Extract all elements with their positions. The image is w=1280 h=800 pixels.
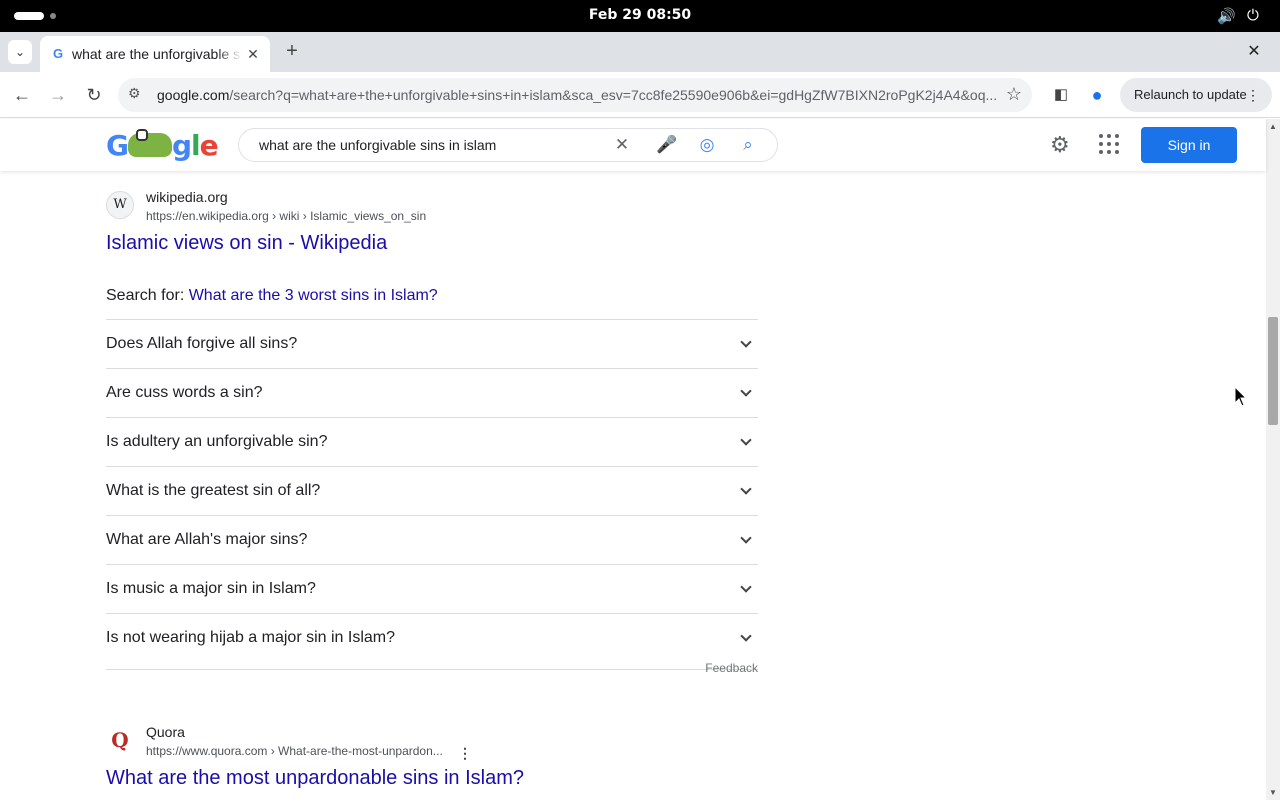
scrollbar-thumb[interactable]: [1268, 317, 1278, 425]
search-for-link[interactable]: What are the 3 worst sins in Islam?: [189, 287, 438, 304]
chevron-down-icon[interactable]: [738, 630, 754, 646]
volume-icon[interactable]: 🔊: [1217, 7, 1236, 25]
page-scrollbar[interactable]: ▲ ▼: [1266, 119, 1280, 800]
os-top-bar: Feb 29 08:50 🔊 ⏻: [0, 0, 1280, 32]
url-host: google.com: [157, 87, 230, 103]
result-title-link[interactable]: Islamic views on sin - Wikipedia: [106, 232, 387, 255]
search-box[interactable]: what are the unforgivable sins in islam …: [238, 128, 778, 162]
google-doodle-logo[interactable]: Ggle: [106, 129, 219, 163]
url-text[interactable]: google.com/search?q=what+are+the+unforgi…: [157, 87, 997, 103]
source-site-name: wikipedia.org: [146, 189, 228, 205]
feedback-link[interactable]: Feedback: [106, 661, 758, 675]
paa-question[interactable]: What is the greatest sin of all?: [106, 466, 758, 515]
side-panel-icon[interactable]: ◧: [1048, 82, 1074, 108]
clear-search-icon[interactable]: ✕: [611, 135, 633, 155]
relaunch-label: Relaunch to update: [1134, 87, 1247, 102]
quora-logo-icon: Q: [106, 726, 134, 754]
paa-question[interactable]: Is music a major sin in Islam?: [106, 564, 758, 613]
new-tab-button[interactable]: +: [280, 40, 304, 64]
paa-question[interactable]: Is not wearing hijab a major sin in Isla…: [106, 613, 758, 662]
clock[interactable]: Feb 29 08:50: [0, 7, 1280, 23]
source-cite-url: https://en.wikipedia.org › wiki › Islami…: [146, 209, 427, 223]
paa-question-text: Is not wearing hijab a major sin in Isla…: [106, 629, 396, 646]
paa-question[interactable]: Are cuss words a sin?: [106, 368, 758, 417]
profile-icon[interactable]: ●: [1084, 82, 1110, 108]
scroll-up-arrow-icon[interactable]: ▲: [1269, 122, 1277, 131]
frog-doodle-icon: [127, 129, 172, 157]
relaunch-to-update-button[interactable]: Relaunch to update ⋮: [1120, 78, 1272, 112]
voice-search-icon[interactable]: 🎤: [656, 135, 678, 155]
paa-question-text: Are cuss words a sin?: [106, 384, 263, 401]
google-search-header: Ggle what are the unforgivable sins in i…: [0, 119, 1266, 171]
source-site-name: Quora: [146, 724, 185, 740]
tab-strip: ⌄ G what are the unforgivable sins in is…: [0, 32, 1280, 72]
search-results: W wikipedia.org https://en.wikipedia.org…: [0, 171, 1266, 800]
google-favicon-icon: G: [52, 46, 64, 61]
chevron-down-icon[interactable]: [738, 336, 754, 352]
search-for-label: Search for:: [106, 287, 189, 304]
site-info-icon[interactable]: ⚙: [128, 85, 141, 102]
back-button[interactable]: ←: [9, 82, 35, 108]
settings-gear-icon[interactable]: ⚙: [1050, 132, 1070, 158]
paa-question[interactable]: What are Allah's major sins?: [106, 515, 758, 564]
paa-question[interactable]: Does Allah forgive all sins?: [106, 319, 758, 368]
scroll-down-arrow-icon[interactable]: ▼: [1269, 788, 1277, 797]
google-apps-icon[interactable]: [1098, 133, 1120, 155]
paa-question-text: Is adultery an unforgivable sin?: [106, 433, 328, 450]
chevron-down-icon[interactable]: [738, 483, 754, 499]
mouse-cursor-icon: [1234, 386, 1248, 407]
power-icon[interactable]: ⏻: [1247, 7, 1259, 24]
paa-question-text: What is the greatest sin of all?: [106, 482, 321, 499]
more-options-icon[interactable]: ⋮: [458, 745, 472, 762]
close-window-button[interactable]: ✕: [1242, 40, 1266, 64]
search-input[interactable]: what are the unforgivable sins in islam: [259, 137, 496, 153]
search-submit-icon[interactable]: ⌕: [737, 135, 759, 155]
result-title-link[interactable]: What are the most unpardonable sins in I…: [106, 767, 524, 790]
tab-search-button[interactable]: ⌄: [8, 40, 32, 64]
tab-active[interactable]: G what are the unforgivable sins in isla…: [40, 36, 270, 72]
sign-in-button[interactable]: Sign in: [1141, 127, 1237, 163]
tab-title: what are the unforgivable sins in islam …: [72, 46, 242, 62]
address-bar[interactable]: ⚙ google.com/search?q=what+are+the+unfor…: [118, 78, 1032, 112]
people-also-ask: Does Allah forgive all sins? Are cuss wo…: [106, 319, 758, 662]
paa-question-text: Is music a major sin in Islam?: [106, 580, 316, 597]
lens-search-icon[interactable]: ◎: [696, 135, 718, 155]
source-cite-url: https://www.quora.com › What-are-the-mos…: [146, 744, 443, 758]
close-tab-icon[interactable]: ✕: [244, 45, 262, 63]
paa-question-text: What are Allah's major sins?: [106, 531, 308, 548]
chevron-down-icon[interactable]: [738, 532, 754, 548]
search-for-suggestion: Search for: What are the 3 worst sins in…: [106, 287, 438, 305]
paa-question-text: Does Allah forgive all sins?: [106, 335, 298, 352]
menu-kebab-icon[interactable]: ⋮: [1246, 78, 1260, 112]
forward-button[interactable]: →: [45, 82, 71, 108]
chevron-down-icon[interactable]: [738, 385, 754, 401]
reload-button[interactable]: ↻: [81, 82, 107, 108]
browser-toolbar: ← → ↻ ⚙ google.com/search?q=what+are+the…: [0, 72, 1280, 118]
chevron-down-icon[interactable]: [738, 581, 754, 597]
wikipedia-logo-icon: W: [106, 191, 134, 219]
paa-question[interactable]: Is adultery an unforgivable sin?: [106, 417, 758, 466]
bookmark-star-icon[interactable]: ☆: [1006, 84, 1022, 105]
url-path: /search?q=what+are+the+unforgivable+sins…: [229, 87, 997, 103]
chevron-down-icon[interactable]: [738, 434, 754, 450]
